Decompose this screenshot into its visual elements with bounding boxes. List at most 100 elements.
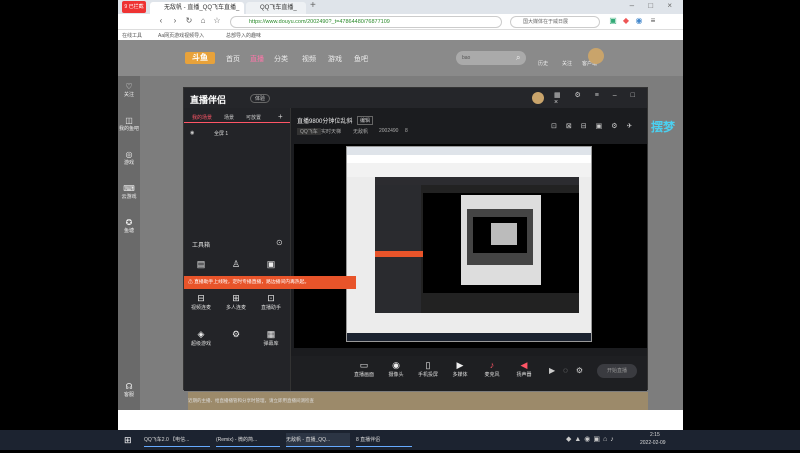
tool-microphone[interactable]: ♪ 麦克风 [479, 360, 505, 378]
cloud-game-icon: ⌨ [123, 184, 135, 193]
side-tab-place[interactable]: 可放置 [246, 114, 261, 121]
stream-preview[interactable] [294, 144, 647, 348]
nav-category[interactable]: 分类 [274, 54, 288, 64]
rail-cloud-game[interactable]: ⌨ 云游戏 [118, 184, 140, 200]
forward-icon[interactable]: › [170, 14, 180, 28]
app-avatar[interactable] [532, 92, 544, 104]
user-avatar[interactable] [588, 48, 604, 64]
new-tab-button[interactable]: + [310, 0, 322, 11]
windows-taskbar: ⊞ QQ飞车2.0 【电信... (Remix) - 微的简... 无敌帆 - … [0, 430, 800, 450]
edit-button[interactable]: 编辑 [357, 116, 374, 125]
tool-camera[interactable]: ◉ 摄像头 [383, 360, 409, 378]
search-icon[interactable]: ⌕ [516, 53, 520, 63]
extension-icon[interactable]: ▣ [608, 14, 618, 28]
stream-title[interactable]: 直播9800分钟位乱斜 [297, 116, 352, 125]
browser-tab-bar: 9 已拦截 无敌帆 - 直播_QQ飞车直播_ QQ飞车直播_ + – □ × [118, 0, 683, 14]
rail-service[interactable]: ☊ 客服 [118, 382, 140, 398]
tool-phone-cast[interactable]: ▯ 手机投屏 [415, 360, 441, 378]
tool-item[interactable]: ▣ [257, 258, 285, 270]
tool-label: 扬声器 [516, 372, 532, 378]
taskbar-item[interactable]: (Remix) - 微的简... [216, 433, 280, 447]
visible-eye-icon[interactable]: ◉ [190, 130, 194, 136]
meta-room: 2002490 [379, 128, 399, 134]
tool-label: 弹幕库 [263, 341, 279, 347]
douyu-logo[interactable]: 斗鱼 [185, 52, 215, 64]
app-window-controls[interactable]: ▦ ⚙ ≡ – □ × [554, 91, 647, 106]
back-icon[interactable]: ‹ [156, 14, 166, 28]
rail-label: 我的鱼吧 [118, 126, 139, 132]
bookmark-star-icon[interactable]: ☆ [212, 14, 222, 28]
reload-icon[interactable]: ↻ [184, 14, 194, 28]
nested-header [347, 163, 591, 177]
camera-icon: ◉ [392, 360, 400, 370]
bookmark-item[interactable]: Aa网页游戏视频导入 [158, 32, 204, 39]
side-tab-my-scene[interactable]: 我的场景 [192, 114, 212, 121]
version-badge[interactable]: 体验 [250, 94, 271, 103]
address-bar[interactable]: https://www.douyu.com/2002490?_t=4786448… [230, 16, 502, 28]
bookmark-item[interactable]: 在线工具 [122, 32, 142, 39]
tool-speaker[interactable]: ◀ 扬声器 [511, 360, 537, 378]
record-controls[interactable]: ▶◌⚙ [549, 366, 591, 375]
taskbar-item[interactable]: QQ飞车2.0 【电信... [144, 433, 210, 447]
rail-game[interactable]: ◎ 游戏 [118, 150, 140, 166]
tool-multi-link[interactable]: ⊞ 多人连麦 [222, 292, 250, 311]
preview-toolbar[interactable]: ⊡⊠⊟▣⚙✈ [551, 122, 641, 130]
tool-super-game[interactable]: ◈ 超级游戏 [187, 328, 215, 347]
tray-icons[interactable]: ◆▲◉▣⌂♪ [566, 433, 617, 447]
scene-item[interactable]: 全屏 1 [214, 130, 228, 137]
tool-live-helper[interactable]: ⊡ 直播助手 [257, 292, 285, 311]
tool-item[interactable]: ▤ [187, 258, 215, 270]
toolbox-title: 工具箱 [192, 243, 211, 249]
extension-icon[interactable]: ◉ [634, 14, 644, 28]
home-icon[interactable]: ⌂ [198, 14, 208, 28]
window-controls[interactable]: – □ × [618, 1, 678, 13]
start-icon[interactable]: ⊞ [124, 433, 132, 447]
settings-icon: ⚙ [231, 329, 241, 339]
meta-sub: 实时天梯 [321, 129, 342, 135]
nav-home[interactable]: 首页 [226, 54, 240, 64]
taskbar-item[interactable]: 无敌帆 - 直播_QQ... [286, 433, 350, 447]
menu-icon[interactable]: ≡ [648, 14, 658, 28]
rail-follow[interactable]: ♡ 关注 [118, 82, 140, 98]
calendar-icon: ▣ [266, 259, 276, 269]
url-text: https://www.douyu.com/2002490?_t=4786448… [249, 19, 390, 25]
clock-date[interactable]: 2022-02-09 [640, 439, 666, 453]
alert-banner[interactable]: ⚠ 直播助手上线啦，定时专播直播，路边播间内再热起。 [184, 276, 356, 289]
headset-icon: ☊ [125, 382, 133, 391]
side-tab-scene[interactable]: 场景 [224, 114, 234, 121]
tool-item[interactable]: ⚙ [222, 328, 250, 340]
side-banner[interactable]: 摆梦 [648, 120, 678, 160]
tool-danmaku[interactable]: ▦ 弹幕库 [257, 328, 285, 347]
tool-scene-capture[interactable]: ▭ 直播画面 [351, 360, 377, 378]
browser-tab-active[interactable]: 无敌帆 - 直播_QQ飞车直播_ [150, 2, 244, 14]
browser-tab[interactable]: QQ飞车直播_ [246, 2, 306, 14]
toolbox-more-icon[interactable]: ⊙ [276, 238, 283, 247]
user-icon: ♙ [231, 259, 241, 269]
rail-pond[interactable]: ✪ 鱼塘 [118, 218, 140, 234]
nested-preview-5 [491, 223, 517, 245]
taskbar-item[interactable]: 8 直播伴侣 [356, 433, 412, 447]
rail-yuba[interactable]: ◫ 我的鱼吧 [118, 116, 140, 132]
tool-item[interactable]: ♙ [222, 258, 250, 270]
tool-video-link[interactable]: ⊟ 视频连麦 [187, 292, 215, 311]
nested-preview-2 [461, 195, 541, 285]
bookmark-item[interactable]: 总部导入的趣味 [226, 32, 261, 39]
start-live-button[interactable]: 开始直播 [597, 364, 637, 378]
nav-live[interactable]: 直播 [250, 54, 264, 64]
meta-category[interactable]: QQ飞车 [297, 128, 321, 135]
extension-icon[interactable]: ◆ [621, 14, 631, 28]
tool-multimedia[interactable]: ▶ 多媒体 [447, 360, 473, 378]
browser-logo-badge[interactable]: 9 已拦截 [122, 1, 146, 13]
tool-label: 直播画面 [353, 372, 374, 378]
history-link[interactable]: 历史 [538, 60, 548, 67]
app-title-bar: 直播伴侣 体验 ▦ ⚙ ≡ – □ × [184, 88, 647, 108]
nav-yuba[interactable]: 鱼吧 [354, 54, 368, 64]
follow-link[interactable]: 关注 [562, 60, 572, 67]
speaker-icon: ◀ [520, 360, 528, 370]
rail-label: 关注 [123, 92, 134, 98]
nav-game[interactable]: 游戏 [328, 54, 342, 64]
nested-taskbar [347, 333, 591, 341]
add-scene-icon[interactable]: + [278, 112, 283, 121]
nav-video[interactable]: 视频 [302, 54, 316, 64]
browser-search-box[interactable]: 国大媒体在于威日展 [510, 16, 600, 28]
